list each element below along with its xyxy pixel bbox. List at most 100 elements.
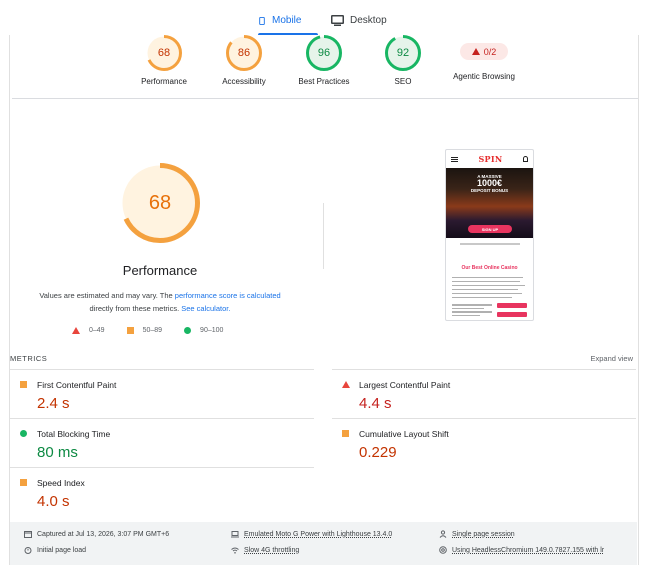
gauge-score: 92 — [396, 47, 410, 59]
browser-text: Using HeadlessChromium 149.0.7827.155 wi… — [452, 546, 605, 554]
menu-icon — [451, 156, 458, 162]
calendar-icon — [24, 531, 32, 538]
smartphone-icon — [259, 16, 265, 25]
metrics-title: METRICS — [10, 354, 48, 363]
score-legend: 0–49 50–89 90–100 — [72, 327, 252, 334]
average-square-icon — [126, 327, 134, 334]
thumb-paragraph — [446, 271, 533, 298]
person-icon — [439, 530, 447, 538]
desc-text: Values are estimated and may vary. The — [39, 291, 175, 300]
gauge-ring: 96 — [306, 35, 342, 71]
metric-value: 4.4 s — [359, 395, 392, 412]
average-square-icon — [20, 381, 27, 388]
metrics-header: METRICS Expand view — [10, 353, 640, 367]
throttle-text: Slow 4G throttling — [244, 546, 300, 554]
thumb-caption — [446, 243, 533, 255]
metric-label: First Contentful Paint — [37, 380, 117, 390]
thumb-row — [446, 298, 533, 317]
captured-at: Captured at Jul 13, 2026, 3:07 PM GMT+6 — [24, 530, 169, 538]
metric-value: 80 ms — [37, 444, 78, 461]
initial-load: Initial page load — [24, 546, 86, 554]
gauge-best-practices[interactable]: 96 Best Practices — [279, 35, 369, 86]
pass-circle-icon — [184, 327, 192, 334]
gauge-ring: 68 — [146, 35, 182, 71]
page-session[interactable]: Single page session — [439, 530, 515, 538]
legend-pass: 90–100 — [184, 327, 223, 334]
metric-cls: Cumulative Layout Shift 0.229 — [332, 418, 636, 466]
legend-fail: 0–49 — [72, 327, 105, 334]
performance-score-link[interactable]: performance score is calculated — [175, 291, 281, 300]
gauge-label: SEO — [394, 77, 412, 86]
final-screenshot-thumbnail[interactable]: SPIN A MASSIVE 1000€ DEPOSIT BONUS SIGN … — [445, 149, 534, 321]
metric-label: Largest Contentful Paint — [359, 380, 451, 390]
metric-value: 4.0 s — [37, 493, 70, 510]
pass-circle-icon — [20, 430, 27, 437]
thumb-hero-banner: A MASSIVE 1000€ DEPOSIT BONUS SIGN UP — [446, 168, 533, 238]
thumb-signup-button: SIGN UP — [468, 225, 512, 233]
metric-label: Cumulative Layout Shift — [359, 429, 449, 439]
metric-label: Speed Index — [37, 478, 85, 488]
tab-desktop-label: Desktop — [350, 15, 387, 26]
chrome-icon — [439, 546, 447, 554]
device-text: Emulated Moto G Power with Lighthouse 13… — [244, 530, 393, 538]
legend-fail-label: 0–49 — [89, 327, 105, 334]
category-gauges: 68 Performance 86 Accessibility 96 Best … — [10, 35, 640, 98]
tab-desktop[interactable]: Desktop — [331, 6, 387, 35]
fail-triangle-icon — [72, 327, 80, 334]
metric-tbt: Total Blocking Time 80 ms — [10, 418, 314, 466]
fail-triangle-icon — [342, 381, 350, 388]
average-square-icon — [20, 479, 27, 486]
see-calculator-link[interactable]: See calculator. — [181, 304, 230, 313]
divider — [12, 98, 638, 99]
fail-triangle-icon — [471, 48, 480, 55]
average-square-icon — [342, 430, 349, 437]
gauge-label: Performance — [141, 77, 187, 86]
load-text: Initial page load — [37, 546, 87, 554]
user-icon — [523, 156, 528, 162]
gauge-agentic-browsing[interactable]: 0/2 Agentic Browsing — [439, 35, 529, 81]
legend-average-label: 50–89 — [142, 327, 163, 334]
gauge-ring: 92 — [385, 35, 421, 71]
legend-pass-label: 90–100 — [200, 327, 224, 334]
tab-mobile[interactable]: Mobile — [258, 6, 318, 35]
gauge-ring: 86 — [226, 35, 262, 71]
metric-fcp: First Contentful Paint 2.4 s — [10, 369, 314, 417]
metric-value: 0.229 — [359, 444, 397, 461]
agentic-score-pill: 0/2 — [460, 43, 508, 60]
metric-label: Total Blocking Time — [37, 429, 111, 439]
gauge-label: Best Practices — [298, 77, 350, 86]
wifi-icon — [231, 547, 239, 554]
gauge-performance[interactable]: 68 Performance — [119, 35, 209, 86]
gauge-seo[interactable]: 92 SEO — [358, 35, 448, 86]
agentic-score: 0/2 — [483, 46, 497, 57]
report-panel: 68 Performance 86 Accessibility 96 Best … — [9, 35, 639, 565]
network-throttling[interactable]: Slow 4G throttling — [231, 546, 299, 554]
gauge-label: Agentic Browsing — [453, 72, 515, 81]
captured-text: Captured at Jul 13, 2026, 3:07 PM GMT+6 — [37, 530, 170, 538]
session-text: Single page session — [452, 530, 515, 538]
legend-average: 50–89 — [126, 327, 163, 334]
browser-version[interactable]: Using HeadlessChromium 149.0.7827.155 wi… — [439, 546, 604, 554]
gauge-label: Accessibility — [222, 77, 266, 86]
monitor-icon — [331, 15, 344, 26]
runtime-settings: Captured at Jul 13, 2026, 3:07 PM GMT+6 … — [10, 522, 637, 565]
desc-text: directly from these metrics. — [89, 304, 182, 313]
gauge-score: 86 — [237, 47, 251, 59]
gauge-accessibility[interactable]: 86 Accessibility — [199, 35, 289, 86]
metric-value: 2.4 s — [37, 395, 70, 412]
vertical-divider — [323, 203, 324, 269]
metric-speed-index: Speed Index 4.0 s — [10, 467, 314, 515]
gauge-score: 68 — [157, 47, 171, 59]
laptop-icon — [231, 531, 239, 538]
hero-line2: 1000€ — [476, 178, 503, 188]
tab-mobile-label: Mobile — [272, 15, 302, 26]
emulated-device[interactable]: Emulated Moto G Power with Lighthouse 13… — [231, 530, 392, 538]
expand-view-toggle[interactable]: Expand view — [590, 354, 633, 363]
device-tabs: Mobile Desktop — [0, 0, 649, 35]
performance-gauge-large: 68 — [120, 163, 200, 243]
site-logo: SPIN — [478, 154, 503, 164]
thumb-header: SPIN — [446, 150, 533, 168]
hero-line3: DEPOSIT BONUS — [470, 188, 509, 193]
timer-icon — [24, 547, 32, 554]
performance-title: Performance — [122, 263, 198, 278]
